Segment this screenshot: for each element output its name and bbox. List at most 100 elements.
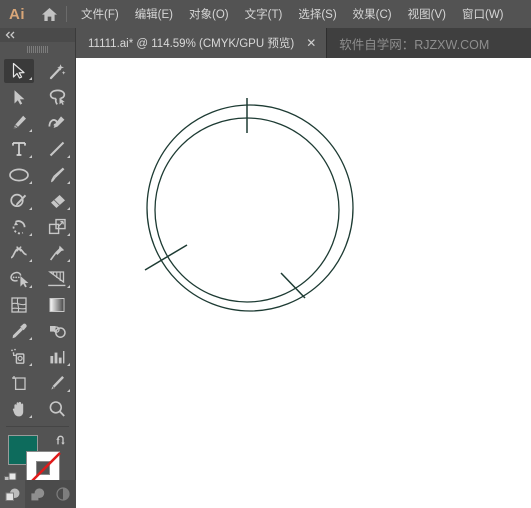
magic-wand-tool[interactable] [38,58,76,84]
width-icon [10,246,27,259]
eraser-icon [50,194,65,208]
panel-collapse-button[interactable] [0,28,75,42]
tool-flyout-indicator [29,337,32,340]
selection-tool[interactable] [0,58,38,84]
shaper-icon [10,193,27,208]
curvature-tool[interactable] [38,110,76,136]
outer-circle[interactable] [146,104,354,312]
slice-knife-icon [51,376,64,390]
direct-selection-tool[interactable] [0,84,38,110]
tools-panel [0,28,76,508]
ellipse-icon [9,168,29,182]
tool-flyout-indicator [29,207,32,210]
pen-tool[interactable] [0,110,38,136]
perspective-grid-tool[interactable] [38,266,76,292]
width-tool[interactable] [0,240,38,266]
shape-builder-tool[interactable] [0,266,38,292]
scale-tool[interactable] [38,214,76,240]
tool-grid [0,56,75,422]
paintbrush-icon [51,167,65,183]
document-tab-title: 11111.ai* @ 114.59% (CMYK/GPU 预览) [88,38,295,50]
tool-flyout-indicator [29,233,32,236]
menu-divider [66,6,67,22]
menu-window[interactable]: 窗口(W) [454,2,512,26]
menu-file[interactable]: 文件(F) [73,2,127,26]
paintbrush-tool[interactable] [38,162,76,188]
full-screen-menu-mode-button[interactable] [25,480,50,508]
type-tool[interactable] [0,136,38,162]
blend-tool[interactable] [38,318,76,344]
menu-select[interactable]: 选择(S) [290,2,344,26]
ellipse-tool[interactable] [0,162,38,188]
illustrator-window: Ai 文件(F) 编辑(E) 对象(O) 文字(T) 选择(S) 效果(C) 视… [0,0,531,508]
magnifier-icon [49,401,65,417]
scale-squares-icon [48,218,66,235]
rotate-tool[interactable] [0,214,38,240]
close-icon[interactable]: ✕ [306,37,316,49]
normal-screen-icon [5,488,19,501]
hand-icon [12,401,24,417]
line-diagonal-icon [49,141,65,157]
tool-flyout-indicator [67,155,70,158]
full-screen-mode-button[interactable] [50,480,75,508]
tool-flyout-indicator [29,155,32,158]
column-graph-tool[interactable] [38,344,76,370]
inner-circle[interactable] [154,117,340,303]
menu-item-list: 文件(F) 编辑(E) 对象(O) 文字(T) 选择(S) 效果(C) 视图(V… [73,2,512,26]
artboard-tool[interactable] [0,370,38,396]
eraser-tool[interactable] [38,188,76,214]
hand-tool[interactable] [0,396,38,422]
zoom-tool[interactable] [38,396,76,422]
free-transform-tool[interactable] [38,240,76,266]
document-tab-bar: 11111.ai* @ 114.59% (CMYK/GPU 预览) ✕ 软件自学… [76,28,531,58]
tick-lower-left[interactable] [144,244,188,271]
tool-flyout-indicator [29,415,32,418]
panel-drag-handle[interactable] [0,42,75,56]
tool-flyout-indicator [29,259,32,262]
document-tab[interactable]: 11111.ai* @ 114.59% (CMYK/GPU 预览) ✕ [76,28,328,58]
tool-flyout-indicator [67,259,70,262]
bar-chart-icon [50,351,65,364]
type-T-icon [12,142,26,156]
tool-flyout-indicator [29,181,32,184]
lasso-tool[interactable] [38,84,76,110]
artwork-layer [144,98,354,312]
mesh-tool[interactable] [0,292,38,318]
document-canvas[interactable] [76,58,531,508]
menu-effect[interactable]: 效果(C) [345,2,400,26]
tool-flyout-indicator [29,363,32,366]
menu-object[interactable]: 对象(O) [181,2,237,26]
app-logo: Ai [9,5,25,23]
symbol-sprayer-tool[interactable] [0,344,38,370]
menu-type[interactable]: 文字(T) [237,2,291,26]
menu-view[interactable]: 视图(V) [400,2,454,26]
swap-fill-stroke-button[interactable] [55,433,69,451]
tool-flyout-indicator [67,233,70,236]
watermark-text: 软件自学网：RJZXW.COM [339,37,490,52]
menu-bar: Ai 文件(F) 编辑(E) 对象(O) 文字(T) 选择(S) 效果(C) 视… [0,0,531,28]
slice-tool[interactable] [38,370,76,396]
tool-panel-divider [6,426,69,427]
gradient-tool[interactable] [38,292,76,318]
magic-wand-icon [49,64,66,80]
double-chevron-left-icon [5,31,15,39]
lasso-icon [49,89,65,105]
tool-flyout-indicator [67,389,70,392]
home-icon[interactable] [34,7,64,22]
shape-builder-icon [9,271,28,287]
eyedropper-tool[interactable] [0,318,38,344]
push-pin-icon [49,245,65,261]
tool-flyout-indicator [67,181,70,184]
normal-screen-mode-button[interactable] [0,480,25,508]
direct-arrow-cursor-icon [14,89,25,105]
tool-flyout-indicator [29,77,32,80]
line-segment-tool[interactable] [38,136,76,162]
grip-dots-icon [27,45,48,53]
swap-arrow-icon [56,435,65,445]
tool-flyout-indicator [67,363,70,366]
arrow-cursor-icon [12,62,25,79]
eyedropper-icon [12,323,27,339]
shaper-tool[interactable] [0,188,38,214]
blend-circles-icon [50,326,66,338]
menu-edit[interactable]: 编辑(E) [127,2,181,26]
